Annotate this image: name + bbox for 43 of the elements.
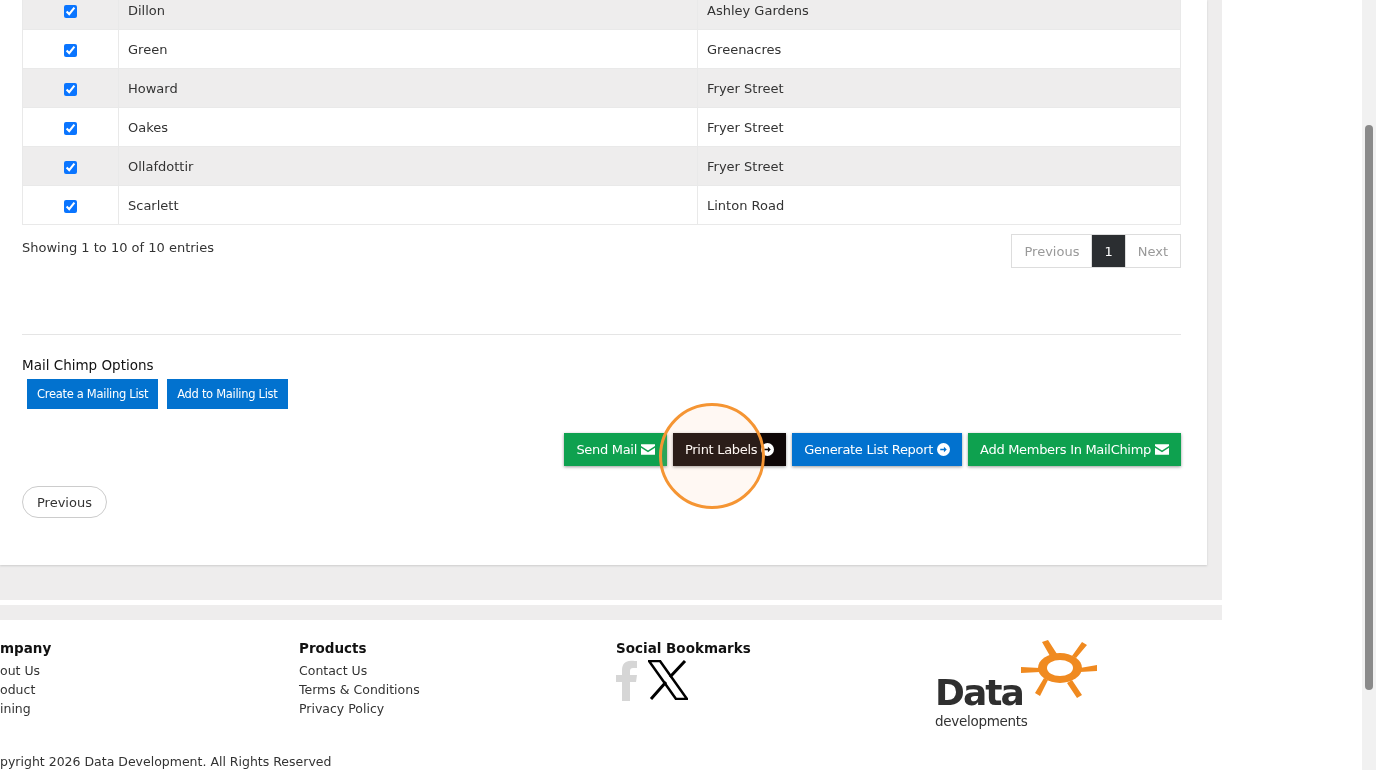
envelope-icon [1155, 444, 1169, 455]
table-cell: Ollafdottir [118, 146, 698, 186]
footer-link[interactable]: ining [0, 701, 299, 716]
footer-link[interactable]: Terms & Conditions [299, 682, 616, 697]
table-cell: Ashley Gardens [697, 0, 1181, 30]
copyright-text: pyright 2026 Data Development. All Rights Reserved [0, 754, 332, 769]
mailing-list-button[interactable]: Add to Mailing List [167, 379, 288, 409]
arrow-circle-icon [937, 443, 951, 456]
action-button[interactable]: Generate List Report [792, 433, 963, 466]
previous-button[interactable]: Previous [22, 486, 107, 518]
table-cell: Howard [118, 68, 698, 108]
action-button[interactable]: Print Labels [672, 433, 787, 466]
footer-heading: Products [299, 640, 368, 656]
footer-heading: Social Bookmarks [616, 640, 752, 656]
table-cell: Oakes [118, 107, 698, 147]
mailing-list-button[interactable]: Create a Mailing List [27, 379, 159, 409]
company-logo: Data developments [935, 638, 1098, 731]
entries-info: Showing 1 to 10 of 10 entries [22, 240, 214, 255]
scrollbar[interactable] [1362, 0, 1376, 770]
footer-link[interactable]: out Us [0, 663, 299, 678]
footer-link[interactable]: Privacy Policy [299, 701, 616, 716]
table-cell: Fryer Street [697, 146, 1181, 186]
footer-link[interactable]: Contact Us [299, 663, 616, 678]
row-checkbox[interactable] [64, 160, 77, 174]
row-checkbox[interactable] [64, 121, 77, 135]
arrow-circle-icon [761, 443, 775, 456]
section-title: Mail Chimp Options [22, 357, 155, 373]
page-button[interactable]: 1 [1091, 235, 1125, 267]
table-cell: Greenacres [697, 29, 1181, 69]
table-cell: Dillon [118, 0, 698, 30]
table-cell: Fryer Street [697, 107, 1181, 147]
table-cell: Linton Road [697, 185, 1181, 225]
footer-link[interactable]: oduct [0, 682, 299, 697]
table-cell: Fryer Street [697, 68, 1181, 108]
footer-heading: mpany [0, 640, 53, 656]
row-checkbox[interactable] [64, 4, 77, 18]
table-cell: Green [118, 29, 698, 69]
row-checkbox[interactable] [64, 199, 77, 213]
row-checkbox[interactable] [64, 43, 77, 57]
row-checkbox[interactable] [64, 82, 77, 96]
table-cell: Scarlett [118, 185, 698, 225]
envelope-icon [640, 444, 655, 455]
x-icon[interactable] [648, 660, 688, 700]
